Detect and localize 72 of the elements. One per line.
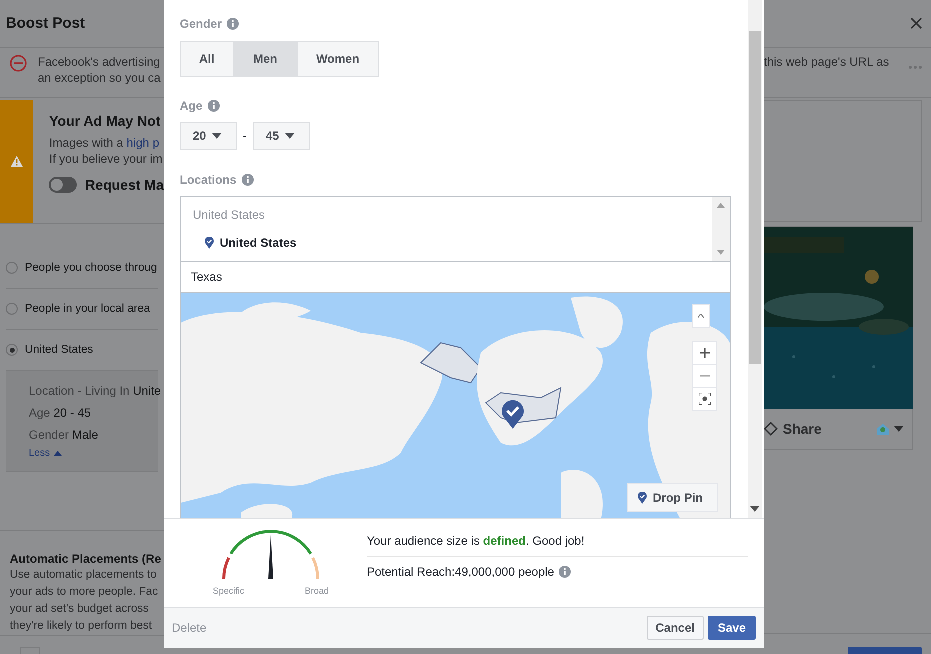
plus-icon [700, 348, 710, 358]
more-icon[interactable] [909, 66, 922, 69]
potential-reach: Potential Reach:49,000,000 people [367, 565, 554, 579]
toggle-label: Request Ma [85, 177, 164, 193]
blocked-icon [10, 55, 27, 72]
dialog-title: Boost Post [5, 15, 86, 32]
scroll-up-icon[interactable] [717, 203, 725, 208]
recenter-button[interactable] [692, 387, 717, 411]
caret-up-icon [698, 314, 704, 318]
zoom-in-button[interactable] [692, 341, 717, 365]
age-dropdown[interactable]: 20 [180, 122, 237, 150]
radio-button[interactable] [6, 303, 18, 315]
field-label: Age [180, 99, 203, 113]
share-button[interactable]: Share [764, 421, 822, 437]
field-label: Locations [180, 173, 237, 187]
age-separator: - [243, 129, 247, 143]
location-search-field[interactable]: Texas [180, 262, 731, 293]
location-item[interactable]: United States [220, 236, 297, 250]
notice-text: Facebook's advertising [38, 54, 161, 70]
info-icon [242, 174, 254, 186]
toggle-switch[interactable] [49, 177, 78, 193]
warning-text: If you believe your im [49, 151, 164, 167]
notice-text: an exception so you ca [38, 70, 161, 86]
caret-up-icon [54, 451, 62, 456]
info-icon [559, 566, 572, 578]
collapse-map-button[interactable] [692, 304, 710, 328]
radio-label: People in your local area [25, 303, 150, 315]
info-icon [208, 100, 220, 112]
gender-option[interactable]: All [180, 41, 234, 77]
placements-text: Use automatic placements to [10, 568, 158, 583]
radio-label: United States [25, 344, 94, 356]
scroll-down-icon[interactable] [750, 506, 760, 512]
location-group: United States [193, 208, 712, 222]
placements-text: your ads to more people. Fac [10, 585, 160, 600]
cancel-button[interactable]: Cancel [646, 616, 704, 640]
warning-text: Images with a high p [49, 135, 160, 151]
minus-icon [700, 375, 710, 377]
field-label: Gender [180, 17, 222, 31]
audience-detail: Age 20 - 45 [29, 405, 92, 422]
caret-icon [212, 133, 222, 139]
caret-icon [894, 426, 904, 432]
age-dropdown[interactable]: 45 [253, 122, 310, 150]
notice-text: this web page's URL as [764, 54, 890, 70]
radio-label: People you choose throug [25, 262, 158, 274]
location-pin-icon [501, 399, 525, 429]
save-button[interactable]: Save [708, 616, 756, 640]
location-pin-icon [638, 492, 647, 504]
house-icon [876, 422, 890, 436]
warning-icon [10, 156, 23, 167]
placements-text: your ad set's budget across [10, 602, 150, 617]
share-icon [764, 422, 778, 436]
gender-option[interactable]: Men [233, 41, 298, 77]
audience-selector[interactable] [876, 422, 904, 436]
drop-pin-button[interactable]: Drop Pin [627, 483, 718, 512]
placements-title: Automatic Placements (Re [10, 551, 162, 567]
gauge-label: Broad [304, 586, 329, 596]
policy-link[interactable]: high p [126, 136, 160, 150]
gender-option[interactable]: Women [297, 41, 379, 77]
caret-icon [285, 133, 296, 139]
radio-button[interactable] [6, 344, 18, 356]
location-pin-icon [205, 237, 214, 249]
gauge-label: Specific [213, 586, 245, 596]
close-icon[interactable] [911, 18, 922, 29]
focus-icon [698, 393, 710, 405]
audience-detail: Gender Male [29, 427, 100, 444]
info-icon [227, 18, 240, 30]
scrollbar[interactable] [748, 0, 762, 518]
radio-button[interactable] [6, 262, 18, 274]
warning-title: Your Ad May Not [49, 113, 162, 129]
audience-status: Your audience size is defined. Good job! [367, 534, 748, 557]
audience-detail: Location - Living In Unite [29, 383, 158, 400]
placements-text: they're likely to perform best [10, 619, 154, 634]
